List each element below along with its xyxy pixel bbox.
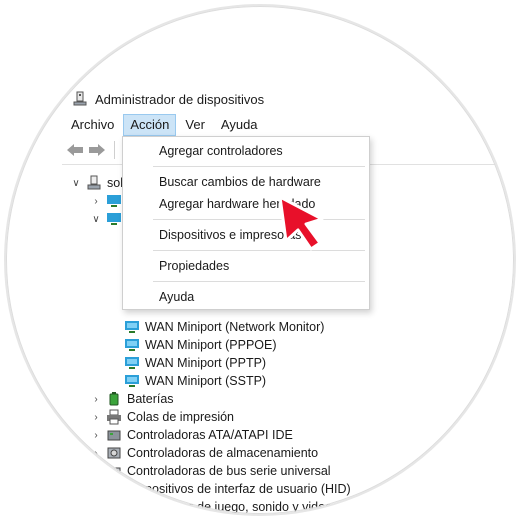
category-label: Colas de impresión [127, 410, 234, 424]
menu-separator [153, 250, 365, 251]
wan-pppoe[interactable]: WAN Miniport (PPPOE) [124, 336, 277, 354]
device-manager-icon [72, 91, 88, 107]
category-label: Dispositivos de interfaz de usuario (HID… [127, 482, 351, 496]
expand-chevron-icon[interactable]: › [90, 195, 102, 207]
network-adapter-icon [124, 373, 140, 389]
collapse-chevron-icon[interactable]: ∨ [90, 213, 102, 225]
window-title: Administrador de dispositivos [95, 91, 265, 107]
category-label: Baterías [127, 392, 174, 406]
category-label: Controladoras de bus serie universal [127, 464, 331, 478]
back-arrow-icon[interactable] [66, 141, 84, 159]
network-icon [106, 193, 122, 209]
tree-root-label: sol [107, 176, 123, 190]
wan-item-label: WAN Miniport (PPTP) [145, 356, 267, 370]
wan-item-label: WAN Miniport (PPPOE) [145, 338, 277, 352]
menu-separator [153, 166, 365, 167]
menu-ver[interactable]: Ver [178, 114, 212, 136]
expand-chevron-icon[interactable]: › [90, 465, 102, 477]
expand-chevron-icon[interactable]: › [90, 447, 102, 459]
toolbar-divider [114, 141, 115, 159]
disk-controller-icon [106, 427, 122, 443]
expand-chevron-icon[interactable]: › [90, 411, 102, 423]
usb-icon [106, 463, 122, 479]
network-adapter-icon [106, 211, 122, 227]
hid-icon [106, 481, 122, 497]
category-label: Controladoras de almacenamiento [127, 446, 319, 460]
pointer-cursor-icon [276, 193, 332, 258]
category-baterias[interactable]: › Baterías [90, 390, 174, 408]
category-juego-sonido[interactable]: › Dispositivos de juego, sonido y video [90, 498, 332, 514]
menu-separator [153, 281, 365, 282]
printer-icon [106, 409, 122, 425]
category-colas-impresion[interactable]: › Colas de impresión [90, 408, 234, 426]
tree-root[interactable]: ∨ sol [70, 174, 123, 192]
forward-arrow-icon[interactable] [88, 141, 106, 159]
menu-accion[interactable]: Acción [123, 114, 177, 136]
accion-dropdown-menu: Agregar controladores Buscar cambios de … [122, 136, 370, 310]
category-label: Dispositivos de juego, sonido y video [127, 500, 332, 514]
circular-frame: Administrador de dispositivos Archivo Ac… [6, 6, 514, 514]
category-hid[interactable]: › Dispositivos de interfaz de usuario (H… [90, 480, 351, 498]
menu-item-propiedades[interactable]: Propiedades [123, 254, 369, 278]
category-usb[interactable]: › Controladoras de bus serie universal [90, 462, 331, 480]
expand-chevron-icon[interactable]: › [90, 393, 102, 405]
menu-item-ayuda[interactable]: Ayuda [123, 285, 369, 309]
category-ata-atapi[interactable]: › Controladoras ATA/ATAPI IDE [90, 426, 293, 444]
wan-network-monitor[interactable]: WAN Miniport (Network Monitor) [124, 318, 324, 336]
expand-chevron-icon[interactable]: › [90, 501, 102, 513]
menu-item-dispositivos-impresoras[interactable]: Dispositivos e impresoras [123, 223, 369, 247]
network-adapter-icon [124, 319, 140, 335]
battery-icon [106, 391, 122, 407]
network-adapter-icon [124, 337, 140, 353]
wan-pptp[interactable]: WAN Miniport (PPTP) [124, 354, 266, 372]
title-bar: Administrador de dispositivos [62, 84, 514, 114]
wan-item-label: WAN Miniport (Network Monitor) [145, 320, 325, 334]
wan-item-label: WAN Miniport (SSTP) [145, 374, 267, 388]
menu-item-buscar-cambios[interactable]: Buscar cambios de hardware [123, 170, 369, 194]
sound-icon [106, 499, 122, 514]
network-adapter-icon [124, 355, 140, 371]
wan-sstp[interactable]: WAN Miniport (SSTP) [124, 372, 266, 390]
collapse-chevron-icon[interactable]: ∨ [70, 177, 82, 189]
category-almacenamiento[interactable]: › Controladoras de almacenamiento [90, 444, 318, 462]
category-label: Controladoras ATA/ATAPI IDE [127, 428, 293, 442]
expand-chevron-icon[interactable]: › [90, 483, 102, 495]
menu-separator [153, 219, 365, 220]
menu-item-agregar-controladores[interactable]: Agregar controladores [123, 139, 369, 163]
menu-archivo[interactable]: Archivo [64, 114, 121, 136]
expand-chevron-icon[interactable]: › [90, 429, 102, 441]
computer-icon [86, 175, 102, 191]
storage-controller-icon [106, 445, 122, 461]
menu-ayuda[interactable]: Ayuda [214, 114, 265, 136]
menu-bar: Archivo Acción Ver Ayuda [62, 114, 514, 136]
menu-item-agregar-hardware-heredado[interactable]: Agregar hardware heredado [123, 192, 369, 216]
